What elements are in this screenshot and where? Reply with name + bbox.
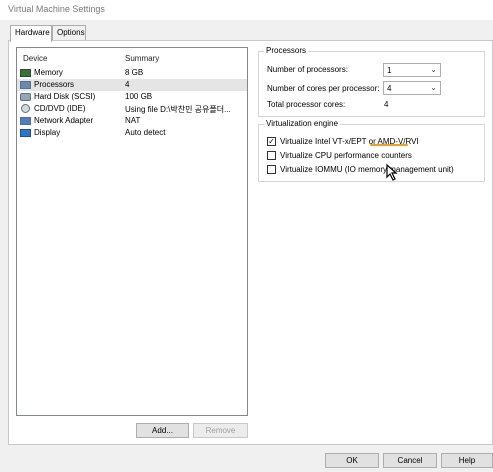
device-row-cd-dvd[interactable]: CD/DVD (IDE) Using file D:\박찬민 공유폴더... xyxy=(17,103,247,115)
processors-group-label: Processors xyxy=(264,46,309,55)
cores-per-processor-value: 4 xyxy=(387,84,392,93)
device-name: CD/DVD (IDE) xyxy=(34,104,86,113)
device-summary: 4 xyxy=(125,80,130,89)
title-bar: Virtual Machine Settings xyxy=(0,0,493,20)
cpu-perf-counters-label: Virtualize CPU performance counters xyxy=(280,151,412,160)
device-name: Memory xyxy=(34,68,63,77)
total-cores-value: 4 xyxy=(384,100,389,109)
chevron-down-icon: ⌄ xyxy=(430,83,437,92)
processors-group: Processors Number of processors: 1 ⌄ Num… xyxy=(258,46,485,117)
device-row-processors[interactable]: Processors 4 xyxy=(17,79,247,91)
iommu-label: Virtualize IOMMU (IO memory management u… xyxy=(280,165,454,174)
remove-device-button[interactable]: Remove xyxy=(193,423,248,438)
column-header-device[interactable]: Device xyxy=(23,54,47,63)
device-summary: 100 GB xyxy=(125,92,153,101)
device-row-display[interactable]: Display Auto detect xyxy=(17,127,247,139)
device-summary: Using file D:\박찬민 공유폴더... xyxy=(125,105,231,114)
ok-button[interactable]: OK xyxy=(325,453,379,468)
network-adapter-icon xyxy=(20,117,31,125)
iommu-checkbox[interactable] xyxy=(267,165,276,174)
device-summary: 8 GB xyxy=(125,68,144,77)
highlight-underline xyxy=(370,144,408,146)
cpu-perf-counters-checkbox[interactable] xyxy=(267,151,276,160)
help-button[interactable]: Help xyxy=(441,453,493,468)
mouse-cursor-icon xyxy=(386,163,398,181)
virtualization-engine-group: Virtualization engine ✓ Virtualize Intel… xyxy=(258,119,485,182)
num-processors-label: Number of processors: xyxy=(267,65,348,74)
cancel-button[interactable]: Cancel xyxy=(383,453,437,468)
memory-icon xyxy=(20,69,31,77)
num-processors-select[interactable]: 1 ⌄ xyxy=(383,63,441,77)
add-device-button[interactable]: Add... xyxy=(136,423,189,438)
hard-disk-icon xyxy=(20,93,31,101)
device-list[interactable]: Device Summary Memory 8 GB Processors 4 … xyxy=(16,47,248,416)
device-row-network-adapter[interactable]: Network Adapter NAT xyxy=(17,115,247,127)
tab-hardware[interactable]: Hardware xyxy=(10,25,52,42)
chevron-down-icon: ⌄ xyxy=(430,65,437,74)
device-name: Network Adapter xyxy=(34,116,94,125)
total-cores-label: Total processor cores: xyxy=(267,100,346,109)
device-row-hard-disk[interactable]: Hard Disk (SCSI) 100 GB xyxy=(17,91,247,103)
display-icon xyxy=(20,129,31,137)
tab-options[interactable]: Options xyxy=(52,25,86,41)
device-summary: NAT xyxy=(125,116,141,125)
device-name: Processors xyxy=(34,80,75,89)
window-title: Virtual Machine Settings xyxy=(8,4,105,14)
processor-icon xyxy=(20,81,31,89)
cores-per-processor-select[interactable]: 4 ⌄ xyxy=(383,81,441,95)
device-name: Hard Disk (SCSI) xyxy=(34,92,96,101)
virtualization-group-label: Virtualization engine xyxy=(264,119,340,128)
vtx-ept-checkbox[interactable]: ✓ xyxy=(267,137,276,146)
device-summary: Auto detect xyxy=(125,128,166,137)
num-processors-value: 1 xyxy=(387,66,392,75)
cores-per-processor-label: Number of cores per processor: xyxy=(267,84,380,93)
cd-dvd-icon xyxy=(21,104,30,113)
device-name: Display xyxy=(34,128,61,137)
dialog-footer: OK Cancel Help xyxy=(0,450,493,472)
column-header-summary[interactable]: Summary xyxy=(125,54,159,63)
device-row-memory[interactable]: Memory 8 GB xyxy=(17,67,247,79)
